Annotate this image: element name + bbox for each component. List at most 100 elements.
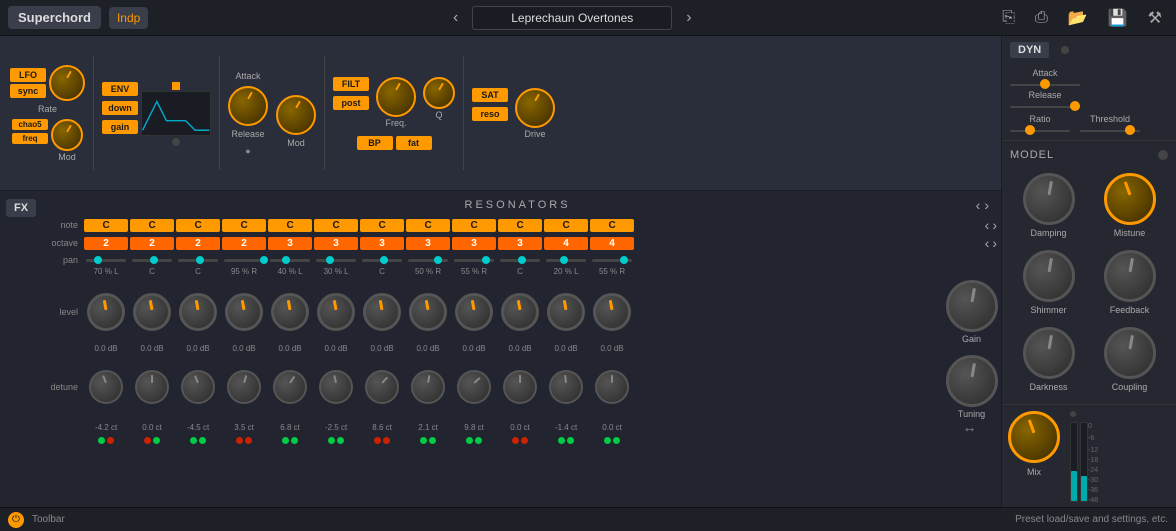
- note-right[interactable]: ›: [992, 217, 997, 233]
- octave-left[interactable]: ‹: [985, 235, 990, 251]
- dyn-release-slider[interactable]: [1010, 102, 1080, 108]
- note-cell-0[interactable]: C: [84, 219, 128, 232]
- note-cell-7[interactable]: C: [406, 219, 450, 232]
- q-knob[interactable]: [423, 77, 455, 109]
- level-knob-10[interactable]: [544, 293, 588, 331]
- sat-button[interactable]: SAT: [472, 88, 508, 102]
- note-cell-5[interactable]: C: [314, 219, 358, 232]
- chao-button[interactable]: chao5: [12, 119, 48, 130]
- pan-slider-7[interactable]: [406, 259, 450, 262]
- octave-cell-2[interactable]: 2: [176, 237, 220, 250]
- dyn-attack-slider[interactable]: [1010, 80, 1080, 86]
- copy-icon[interactable]: ⎘: [996, 7, 1021, 29]
- lfo-button[interactable]: LFO: [10, 68, 46, 82]
- reso-button[interactable]: reso: [472, 107, 508, 121]
- fx-button[interactable]: FX: [6, 199, 36, 217]
- pan-slider-5[interactable]: [314, 259, 358, 262]
- res-left-arrow[interactable]: ‹: [976, 197, 981, 213]
- detune-knob-5[interactable]: [314, 370, 358, 404]
- detune-knob-10[interactable]: [544, 370, 588, 404]
- mix-knob[interactable]: [1008, 411, 1060, 463]
- detune-knob-4[interactable]: [268, 370, 312, 404]
- level-knob-4[interactable]: [268, 293, 312, 331]
- filt-button[interactable]: FILT: [333, 77, 369, 91]
- pan-slider-11[interactable]: [590, 259, 634, 262]
- note-left[interactable]: ‹: [985, 217, 990, 233]
- octave-cell-9[interactable]: 3: [498, 237, 542, 250]
- dyn-attack-thumb[interactable]: [1040, 79, 1050, 89]
- detune-knob-1[interactable]: [130, 370, 174, 404]
- octave-cell-11[interactable]: 4: [590, 237, 634, 250]
- load-icon[interactable]: 📂: [1062, 6, 1094, 30]
- octave-cell-4[interactable]: 3: [268, 237, 312, 250]
- drive-knob[interactable]: [515, 88, 555, 128]
- note-cell-1[interactable]: C: [130, 219, 174, 232]
- pan-slider-2[interactable]: [176, 259, 220, 262]
- bp-button[interactable]: BP: [357, 136, 393, 150]
- detune-knob-0[interactable]: [84, 370, 128, 404]
- rate-knob[interactable]: [49, 65, 85, 101]
- level-knob-5[interactable]: [314, 293, 358, 331]
- lfo-mod-knob[interactable]: [51, 119, 83, 151]
- env-attack-knob[interactable]: [228, 86, 268, 126]
- detune-knob-2[interactable]: [176, 370, 220, 404]
- octave-cell-10[interactable]: 4: [544, 237, 588, 250]
- pan-slider-10[interactable]: [544, 259, 588, 262]
- level-knob-3[interactable]: [222, 293, 266, 331]
- dyn-ratio-slider[interactable]: [1010, 126, 1070, 132]
- dyn-threshold-slider[interactable]: [1080, 126, 1140, 132]
- octave-cell-5[interactable]: 3: [314, 237, 358, 250]
- octave-cell-1[interactable]: 2: [130, 237, 174, 250]
- pan-slider-4[interactable]: [268, 259, 312, 262]
- note-cell-9[interactable]: C: [498, 219, 542, 232]
- detune-knob-11[interactable]: [590, 370, 634, 404]
- settings-icon[interactable]: ⚒: [1142, 6, 1168, 30]
- level-knob-11[interactable]: [590, 293, 634, 331]
- damping-knob[interactable]: [1023, 173, 1075, 225]
- pan-slider-6[interactable]: [360, 259, 404, 262]
- pan-slider-8[interactable]: [452, 259, 496, 262]
- gain-knob[interactable]: [946, 280, 998, 332]
- feedback-knob[interactable]: [1104, 250, 1156, 302]
- power-icon[interactable]: ⏻: [8, 512, 24, 528]
- octave-right[interactable]: ›: [992, 235, 997, 251]
- prev-preset-button[interactable]: ‹: [447, 7, 464, 29]
- coupling-knob[interactable]: [1104, 327, 1156, 379]
- pan-slider-3[interactable]: [222, 259, 266, 262]
- mistune-knob[interactable]: [1104, 173, 1156, 225]
- level-knob-9[interactable]: [498, 293, 542, 331]
- note-cell-11[interactable]: C: [590, 219, 634, 232]
- detune-knob-6[interactable]: [360, 370, 404, 404]
- save-icon[interactable]: 💾: [1102, 6, 1134, 30]
- pan-slider-9[interactable]: [498, 259, 542, 262]
- note-cell-8[interactable]: C: [452, 219, 496, 232]
- post-button[interactable]: post: [333, 96, 369, 110]
- freq-button[interactable]: freq: [12, 133, 48, 144]
- swap-icon[interactable]: ↔: [942, 419, 997, 435]
- dyn-release-thumb[interactable]: [1070, 101, 1080, 111]
- detune-knob-8[interactable]: [452, 370, 496, 404]
- fat-button[interactable]: fat: [396, 136, 432, 150]
- env-button[interactable]: ENV: [102, 82, 138, 96]
- level-knob-6[interactable]: [360, 293, 404, 331]
- shimmer-knob[interactable]: [1023, 250, 1075, 302]
- note-cell-6[interactable]: C: [360, 219, 404, 232]
- octave-cell-8[interactable]: 3: [452, 237, 496, 250]
- octave-cell-6[interactable]: 3: [360, 237, 404, 250]
- tuning-knob[interactable]: [946, 355, 998, 407]
- darkness-knob[interactable]: [1023, 327, 1075, 379]
- level-knob-0[interactable]: [84, 293, 128, 331]
- note-cell-3[interactable]: C: [222, 219, 266, 232]
- note-cell-2[interactable]: C: [176, 219, 220, 232]
- dyn-threshold-thumb[interactable]: [1125, 125, 1135, 135]
- pan-slider-0[interactable]: [84, 259, 128, 262]
- octave-cell-3[interactable]: 2: [222, 237, 266, 250]
- detune-knob-9[interactable]: [498, 370, 542, 404]
- sync-button[interactable]: sync: [10, 84, 46, 98]
- logo-button[interactable]: Indp: [109, 7, 148, 29]
- octave-cell-7[interactable]: 3: [406, 237, 450, 250]
- level-knob-7[interactable]: [406, 293, 450, 331]
- freq-knob[interactable]: [376, 77, 416, 117]
- env-mod-knob2[interactable]: [276, 95, 316, 135]
- detune-knob-7[interactable]: [406, 370, 450, 404]
